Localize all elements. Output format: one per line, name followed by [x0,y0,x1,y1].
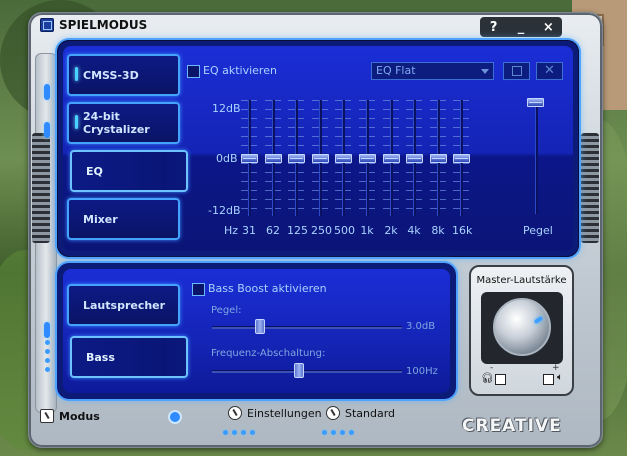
db-label-mid: 0dB [216,152,238,165]
save-preset-button[interactable] [503,62,530,80]
eq-band-label: 8k [431,224,445,237]
knob-well [481,292,563,364]
eq-band-thumb-4k[interactable] [406,154,423,163]
delete-x-icon: ✕ [544,63,555,78]
eq-band-thumb-2k[interactable] [383,154,400,163]
hz-label: Hz [224,224,239,237]
standard-button[interactable]: Standard [326,406,395,420]
nav-label: Bass [86,350,115,364]
window-title: SPIELMODUS [59,18,148,32]
master-volume-title: Master-Lautstärke [476,275,567,286]
indicator-dots-left [45,340,50,372]
side-indicator-cmss [44,84,50,100]
eq-band-label: 2k [384,224,398,237]
standard-label: Standard [345,406,396,420]
nav-label: CMSS-3D [83,68,139,82]
nav-label: EQ [86,164,103,178]
minimize-button[interactable]: _ [510,20,532,35]
eq-band-thumb-500[interactable] [335,154,352,163]
headphone-icon: 🎧︎ [481,373,494,384]
bass-boost-label: Bass Boost aktivieren [208,282,327,295]
eq-band-thumb-16k[interactable] [453,154,470,163]
db-label-bottom: -12dB [208,204,241,217]
crossover-thumb[interactable] [294,363,304,378]
settings-button[interactable]: Einstellungen [228,406,322,420]
standard-icon [326,406,340,420]
crossover-label: Frequenz-Abschaltung: [211,348,326,359]
checkbox-box[interactable] [192,282,205,296]
crossover-slider[interactable] [212,370,402,373]
nav-cmss-3d[interactable]: CMSS-3D [67,54,180,96]
speaker-grill-right [581,133,599,243]
title-bar[interactable]: SPIELMODUS [40,15,230,35]
delete-preset-button[interactable]: ✕ [536,62,563,80]
eq-band-thumb-62[interactable] [265,154,282,163]
indicator-dots-bottom-right [322,430,354,435]
master-volume-panel: Master-Lautstärke - + 🎧︎ 🔈︎ [469,265,574,396]
eq-level-thumb[interactable] [527,98,544,107]
eq-band-thumb-125[interactable] [288,154,305,163]
led-indicator [75,67,78,81]
nav-bass[interactable]: Bass [70,336,188,378]
nav-crystalizer[interactable]: 24-bit Crystalizer [67,102,180,144]
mode-icon [40,409,54,423]
db-label-top: 12dB [212,102,241,115]
eq-enable-label: EQ aktivieren [203,64,277,77]
pencil-icon[interactable] [168,410,182,424]
speaker-grill-left [32,133,50,243]
eq-band-thumb-8k[interactable] [430,154,447,163]
side-indicator-crystalizer [44,122,50,138]
eq-preset-value: EQ Flat [376,64,416,77]
eq-band-label: 62 [266,224,280,237]
master-volume-knob[interactable] [493,298,551,356]
chevron-down-icon [481,69,489,74]
eq-band-thumb-250[interactable] [312,154,329,163]
help-button[interactable]: ? [483,20,505,35]
settings-label: Einstellungen [247,406,322,420]
bass-level-value: 3.0dB [406,321,436,332]
bass-level-label: Pegel: [211,305,242,316]
settings-icon [228,406,242,420]
nav-label: 24-bit Crystalizer [83,110,150,136]
nav-mixer[interactable]: Mixer [67,198,180,240]
app-icon [40,18,54,32]
volume-minus-label: - [490,363,494,373]
eq-level-label: Pegel [523,224,553,237]
bass-level-thumb[interactable] [255,319,265,334]
eq-band-label: 1k [360,224,374,237]
eq-band-label: 16k [452,224,473,237]
indicator-dots-bottom-left [223,430,255,435]
eq-preset-select[interactable]: EQ Flat [371,62,494,80]
eq-band-thumb-1k[interactable] [359,154,376,163]
eq-band-label: 250 [311,224,332,237]
headphone-toggle[interactable] [495,374,506,385]
mode-button[interactable]: Modus [40,409,100,423]
close-button[interactable]: × [537,20,559,35]
mode-label: Modus [59,409,100,423]
eq-band-label: 31 [242,224,256,237]
nav-lautsprecher[interactable]: Lautsprecher [67,284,180,326]
nav-label: Mixer [83,212,118,226]
eq-enable-checkbox[interactable]: EQ aktivieren [187,64,277,78]
side-indicator-lower [44,322,50,338]
window-controls: ? _ × [480,17,562,37]
led-indicator [75,115,78,129]
eq-level-track[interactable] [535,102,538,214]
floppy-disk-icon [511,66,522,76]
creative-logo: CREATIVE [462,416,562,436]
bass-level-slider[interactable] [212,326,402,329]
eq-band-label: 500 [334,224,355,237]
eq-band-label: 125 [287,224,308,237]
speaker-icon: 🔈︎ [557,372,563,383]
speaker-toggle[interactable] [543,374,554,385]
bass-boost-checkbox[interactable]: Bass Boost aktivieren [192,282,327,296]
eq-band-thumb-31[interactable] [241,154,258,163]
crossover-value: 100Hz [406,366,438,377]
checkbox-box[interactable] [187,64,200,78]
nav-label: Lautsprecher [83,298,166,312]
nav-eq[interactable]: EQ [70,150,188,192]
eq-band-label: 4k [407,224,421,237]
